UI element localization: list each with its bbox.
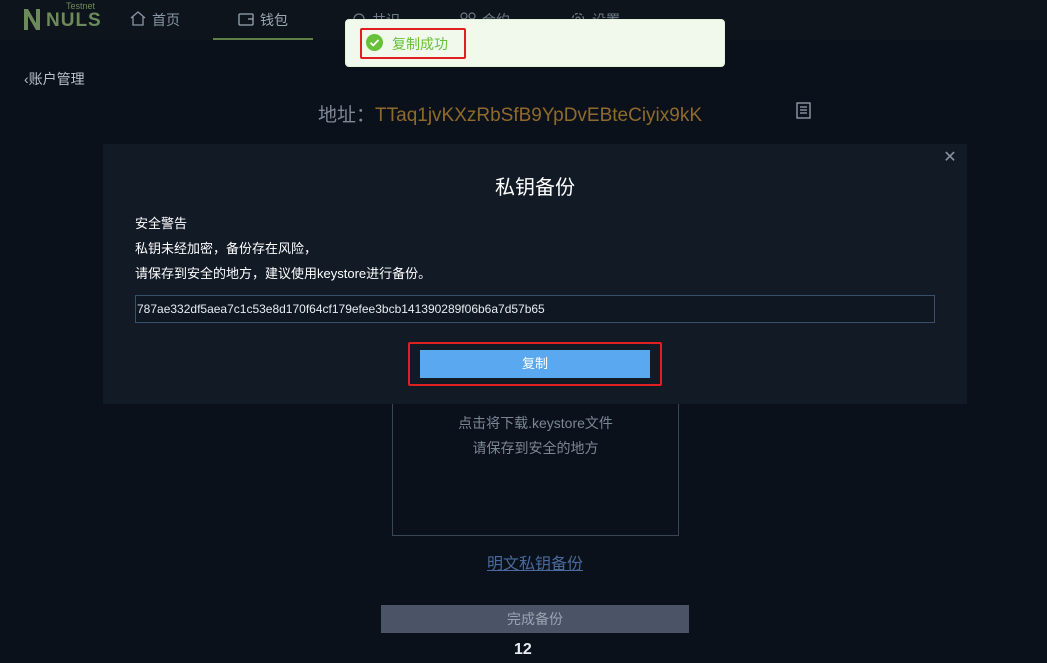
copy-address-icon[interactable]: [796, 102, 811, 123]
active-tab-indicator: [213, 38, 313, 40]
keystore-hint-safe: 请保存到安全的地方: [472, 440, 599, 456]
logo-text: NULS: [46, 10, 102, 31]
finish-backup-button[interactable]: 完成备份: [381, 605, 689, 633]
dialog-title: 私钥备份: [495, 177, 575, 199]
back-link-label: 账户管理: [28, 71, 85, 87]
private-key-field[interactable]: 787ae332df5aea7c1c53e8d170f64cf179efee3b…: [135, 295, 935, 323]
nuls-logo-icon: [24, 9, 40, 30]
plaintext-backup-link[interactable]: 明文私钥备份: [487, 550, 583, 574]
page-number: 12: [514, 641, 532, 658]
home-icon: [130, 11, 146, 29]
nav-item-wallet[interactable]: 钱包: [213, 0, 313, 40]
back-to-account-management[interactable]: ‹账户管理: [24, 69, 85, 89]
address-value: TTaq1jvKXzRbSfB9YpDvEBteCiyix9kK: [375, 105, 703, 126]
nav-wallet-label: 钱包: [260, 12, 288, 28]
warning-line-1: 私钥未经加密，备份存在风险，: [135, 241, 318, 256]
wallet-icon: [238, 12, 254, 29]
copy-button[interactable]: 复制: [420, 350, 650, 378]
warning-line-2: 请保存到安全的地方，建议使用keystore进行备份。: [135, 266, 432, 281]
testnet-badge: Testnet: [66, 1, 96, 11]
warning-title: 安全警告: [135, 216, 188, 231]
toast-message: 复制成功: [392, 36, 448, 52]
address-label: 地址：: [318, 105, 376, 126]
keystore-hint-download: 点击将下载.keystore文件: [458, 415, 613, 431]
close-icon[interactable]: ✕: [941, 148, 959, 166]
address-row: 地址：TTaq1jvKXzRbSfB9YpDvEBteCiyix9kK: [318, 100, 702, 127]
nav-home-label: 首页: [152, 12, 180, 28]
nav-item-home[interactable]: 首页: [130, 0, 180, 40]
nuls-logo[interactable]: NULS Testnet: [22, 1, 102, 34]
check-circle-icon: [366, 34, 383, 51]
